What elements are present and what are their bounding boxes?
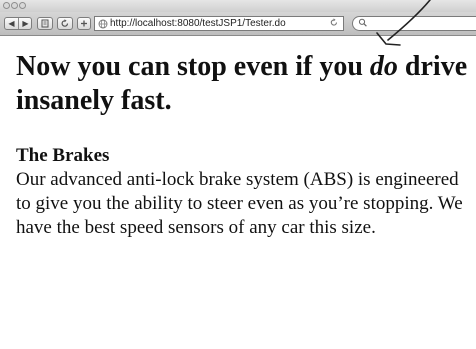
close-window-button[interactable]: [3, 2, 10, 9]
page-icon[interactable]: [37, 17, 53, 30]
headline-emphasis: do: [369, 51, 398, 82]
address-bar-url[interactable]: http://localhost:8080/testJSP1/Tester.do: [110, 17, 286, 30]
reload-button[interactable]: [57, 17, 73, 30]
back-icon[interactable]: ◀: [5, 18, 19, 29]
minimize-window-button[interactable]: [11, 2, 18, 9]
add-bookmark-button[interactable]: [77, 17, 91, 30]
add-icon: [81, 20, 87, 27]
address-bar[interactable]: http://localhost:8080/testJSP1/Tester.do: [94, 16, 344, 31]
title-bar: [0, 0, 476, 12]
search-icon: [358, 17, 368, 33]
browser-window: ◀ ▶ http://localhost:8080/testJSP1/Teste…: [0, 0, 476, 349]
headline-text-start: Now you can stop even if you: [16, 51, 370, 82]
section-title: The Brakes: [16, 145, 110, 166]
back-forward-buttons: ◀ ▶: [4, 17, 32, 30]
globe-icon: [98, 19, 108, 30]
address-reload-icon[interactable]: [329, 17, 339, 30]
page-glyph-icon: [41, 19, 49, 28]
browser-toolbar: ◀ ▶ http://localhost:8080/testJSP1/Teste…: [0, 12, 476, 36]
page-headline: Now you can stop even if you do drive in…: [16, 50, 468, 118]
search-field[interactable]: [352, 16, 476, 31]
forward-icon[interactable]: ▶: [19, 18, 32, 29]
section-body: Our advanced anti-lock brake system (ABS…: [16, 169, 463, 238]
zoom-window-button[interactable]: [19, 2, 26, 9]
page-content: Now you can stop even if you do drive in…: [16, 50, 468, 240]
reload-icon: [61, 19, 69, 27]
